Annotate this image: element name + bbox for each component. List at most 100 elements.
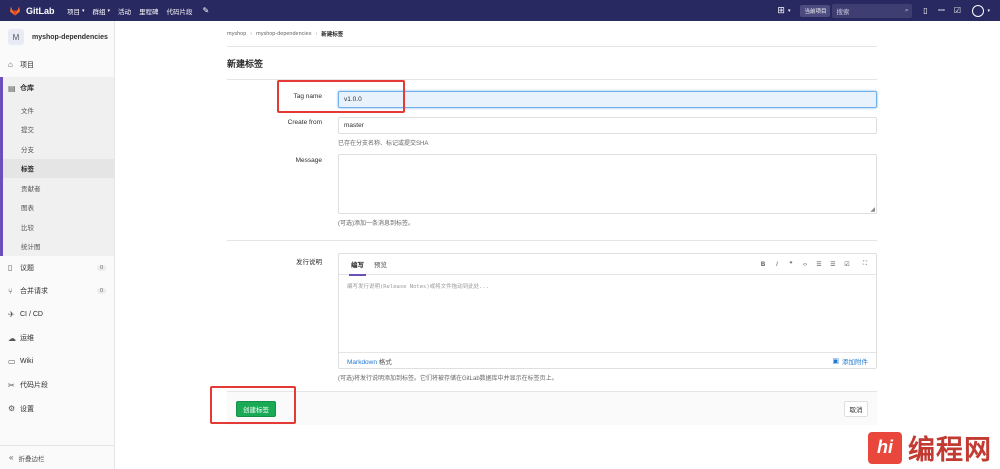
admin-wrench-icon[interactable]: ✎ [203,6,210,15]
paperclip-icon: ▣ [832,357,839,365]
gitlab-home-link[interactable]: GitLab [9,5,67,16]
fullscreen-icon[interactable]: ⛶ [862,261,868,268]
todos-icon[interactable]: ☑ [950,6,964,15]
sidebar-item-operations[interactable]: ☁ 运维 [0,327,114,351]
sidebar-item-cicd[interactable]: ✈ CI / CD [0,303,114,327]
form-actions: 创建标签 取消 [227,391,877,425]
merge-requests-icon[interactable]: ꟷ [934,5,948,16]
quote-icon[interactable]: ❞ [788,261,794,268]
sidebar-item-project[interactable]: ⌂ 项目 [0,53,114,77]
editor-toolbar: B I ❞ ‹› ☰ ☰ ☑ ⛶ [752,254,868,275]
sidebar-sub-graph[interactable]: 图表 [0,198,114,218]
bold-icon[interactable]: B [760,262,766,268]
gitlab-logo-icon [10,6,20,16]
breadcrumb-project[interactable]: myshop-dependencies [256,31,311,37]
bullet-list-icon[interactable]: ☰ [816,261,822,268]
chevron-down-icon: ▾ [82,7,85,14]
nav-activity[interactable]: 活动 [118,6,131,16]
search-input[interactable]: 搜索 ⌕ [832,3,913,18]
code-icon[interactable]: ‹› [802,262,808,268]
section-divider [227,240,877,241]
sidebar-item-issues[interactable]: ▯ 议题 0 [0,256,114,280]
checklist-icon[interactable]: ☑ [844,261,850,268]
create-from-input[interactable]: master [338,117,877,134]
numbered-list-icon[interactable]: ☰ [830,261,836,268]
release-notes-label: 发行说明 [296,259,322,266]
project-avatar: M [8,29,24,45]
merge-request-icon: ⑂ [8,286,13,296]
chevron-down-icon: ▾ [107,7,111,14]
brand-name: GitLab [26,5,55,16]
tag-name-input[interactable]: v1.0.0 [338,91,877,108]
new-dropdown-plus-icon[interactable]: ⊞ [777,5,785,16]
chevron-right-icon: › [250,30,253,37]
release-notes-editor: 编写 预览 B I ❞ ‹› ☰ ☰ ☑ ⛶ 编写发行说明(Release No… [338,253,877,369]
rocket-icon: ✈ [8,310,15,320]
breadcrumb-group[interactable]: myshop [227,31,246,37]
search-icon: ⌕ [904,6,909,14]
sidebar-item-repository[interactable]: ▤ 仓库 [0,77,114,101]
cancel-button[interactable]: 取消 [844,401,868,417]
sidebar-sub-contributors[interactable]: 贡献者 [0,178,114,198]
breadcrumb: myshop › myshop-dependencies › 新建标签 [227,21,877,47]
search-placeholder: 搜索 [836,8,850,16]
nav-snippets[interactable]: 代码片段 [167,6,193,16]
message-textarea[interactable]: ◢ [338,154,877,214]
project-name: myshop-dependencies [32,33,108,41]
mr-count-badge: 0 [96,288,106,295]
home-icon: ⌂ [8,60,13,70]
italic-icon[interactable]: I [774,262,780,268]
message-hint: (可选)添加一条消息到标签。 [338,221,414,227]
editor-footer: Markdown 格式 ▣ 添加附件 [339,352,876,368]
attach-file-button[interactable]: ▣ 添加附件 [832,356,868,366]
chevron-right-icon: › [315,30,318,37]
sidebar-group-repository: ▤ 仓库 文件 提交 分支 标签 贡献者 图表 比较 统计图 [0,76,114,257]
nav-projects[interactable]: 项目 ▾ [67,6,85,16]
nav-milestones[interactable]: 里程碑 [139,6,159,16]
issues-icon: ▯ [8,263,13,273]
double-chevron-left-icon: « [9,453,14,462]
sidebar-sub-commits[interactable]: 提交 [0,120,114,140]
page-title: 新建标签 [227,47,877,80]
sidebar-project-header[interactable]: M myshop-dependencies [0,21,114,53]
sidebar-item-merge-requests[interactable]: ⑂ 合并请求 0 [0,280,114,304]
resize-handle-icon[interactable]: ◢ [870,206,875,213]
project-sidebar: M myshop-dependencies ⌂ 项目 ▤ 仓库 文件 提交 分支… [0,21,115,469]
main-content: myshop › myshop-dependencies › 新建标签 新建标签… [227,21,877,425]
collapse-sidebar-button[interactable]: « 折叠边栏 [0,445,115,469]
sidebar-sub-tags[interactable]: 标签 [0,158,114,178]
sidebar-sub-compare[interactable]: 比较 [0,217,114,237]
create-from-label: Create from [287,119,322,126]
annotation-box-tag-name [277,80,405,113]
nav-groups[interactable]: 群组 ▾ [93,6,111,16]
doc-icon: ▤ [8,83,16,93]
chevron-down-icon: ▾ [987,7,990,14]
editor-header: 编写 预览 B I ❞ ‹› ☰ ☰ ☑ ⛶ [339,254,876,276]
create-from-hint: 已存在分支名称、标记或提交SHA [338,141,429,147]
watermark-logo: hi [868,431,902,464]
sidebar-item-snippets[interactable]: ✂ 代码片段 [0,374,114,398]
user-avatar[interactable] [972,4,985,17]
tab-write[interactable]: 编写 [349,254,366,276]
sidebar-sub-charts[interactable]: 统计图 [0,237,114,257]
sidebar-sub-files[interactable]: 文件 [0,100,114,120]
sidebar-item-wiki[interactable]: ▭ Wiki [0,350,114,374]
top-navbar: GitLab 项目 ▾ 群组 ▾ 活动 里程碑 代码片段 ✎ ⊞ ▾ 当前项目 搜索… [0,0,1000,21]
watermark-text: 编程网 [908,435,992,466]
message-label: Message [295,157,322,164]
editor-textarea[interactable]: 编写发行说明(Release Notes)或将文件拖动到此处... [339,275,876,297]
annotation-box-create-button [210,386,296,424]
scissors-icon: ✂ [8,380,15,390]
cloud-gear-icon: ☁ [8,333,16,343]
markdown-help-link[interactable]: Markdown 格式 [347,356,392,366]
search-scope-chip[interactable]: 当前项目 [800,4,831,17]
chevron-down-icon: ▾ [787,7,791,14]
release-notes-hint: (可选)将发行说明添加到标签。它们将被存储在GitLab数据库中并显示在标签页上… [338,376,558,382]
sidebar-item-settings[interactable]: ⚙ 设置 [0,397,114,421]
tab-preview[interactable]: 预览 [374,254,387,275]
issues-icon[interactable]: ▯ [918,6,932,15]
breadcrumb-current[interactable]: 新建标签 [321,30,343,38]
sidebar-sub-branches[interactable]: 分支 [0,139,114,159]
gear-icon: ⚙ [8,404,16,414]
watermark: hi 编程网 [868,428,992,467]
